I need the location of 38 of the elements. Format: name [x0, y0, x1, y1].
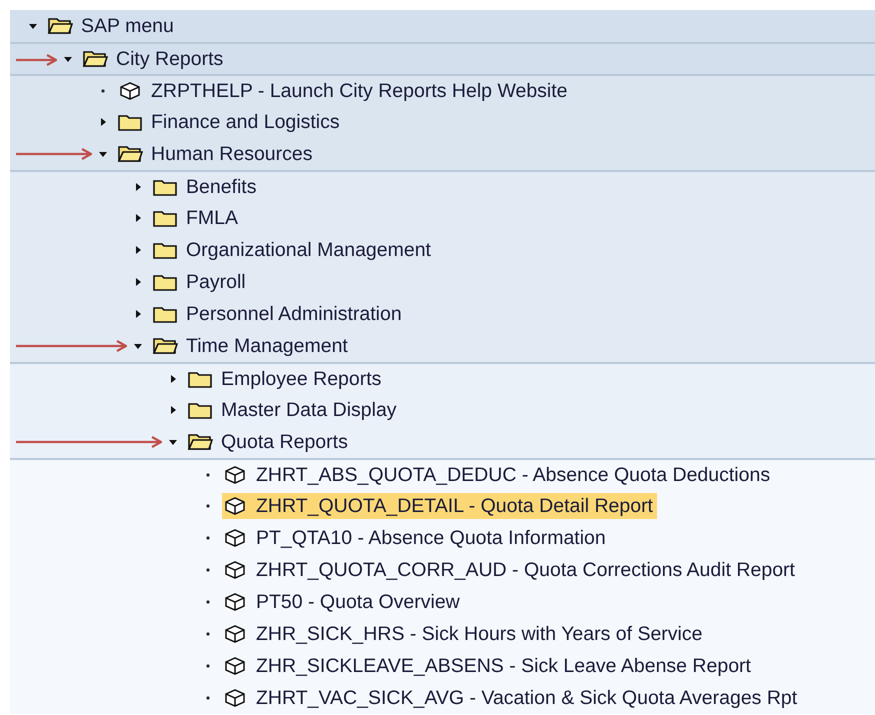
collapsed-triangle-icon[interactable]: [168, 374, 178, 384]
folder-icon: [187, 369, 213, 389]
collapsed-triangle-icon[interactable]: [133, 245, 143, 255]
folder-icon: [152, 304, 178, 324]
menu-item[interactable]: Payroll: [186, 269, 246, 295]
menu-item[interactable]: Employee Reports: [221, 366, 382, 392]
menu-item[interactable]: City Reports: [116, 46, 224, 72]
open-folder-icon: [187, 432, 213, 452]
open-folder-icon: [117, 144, 143, 164]
menu-item[interactable]: Human Resources: [151, 141, 312, 167]
collapsed-triangle-icon[interactable]: [133, 277, 143, 287]
folder-icon: [152, 208, 178, 228]
menu-item[interactable]: Benefits: [186, 174, 256, 200]
collapsed-triangle-icon[interactable]: [98, 117, 108, 127]
expanded-triangle-icon[interactable]: [168, 437, 178, 447]
open-folder-icon: [47, 16, 73, 36]
expanded-triangle-icon[interactable]: [28, 21, 38, 31]
collapsed-triangle-icon[interactable]: [133, 309, 143, 319]
open-folder-icon: [152, 336, 178, 356]
folder-icon: [152, 240, 178, 260]
folder-icon: [117, 112, 143, 132]
menu-item[interactable]: Time Management: [186, 333, 348, 359]
menu-item[interactable]: FMLA: [186, 205, 238, 231]
folder-icon: [152, 177, 178, 197]
folder-icon: [152, 272, 178, 292]
menu-item[interactable]: PT50 - Quota Overview: [256, 589, 460, 615]
menu-item[interactable]: Finance and Logistics: [151, 109, 340, 135]
expanded-triangle-icon[interactable]: [133, 341, 143, 351]
menu-item[interactable]: SAP menu: [81, 13, 174, 39]
collapsed-triangle-icon[interactable]: [168, 405, 178, 415]
expanded-triangle-icon[interactable]: [98, 149, 108, 159]
folder-icon: [187, 400, 213, 420]
menu-item[interactable]: Quota Reports: [221, 429, 348, 455]
open-folder-icon: [82, 49, 108, 69]
collapsed-triangle-icon[interactable]: [133, 182, 143, 192]
collapsed-triangle-icon[interactable]: [133, 213, 143, 223]
expanded-triangle-icon[interactable]: [63, 54, 73, 64]
menu-item[interactable]: Master Data Display: [221, 397, 397, 423]
